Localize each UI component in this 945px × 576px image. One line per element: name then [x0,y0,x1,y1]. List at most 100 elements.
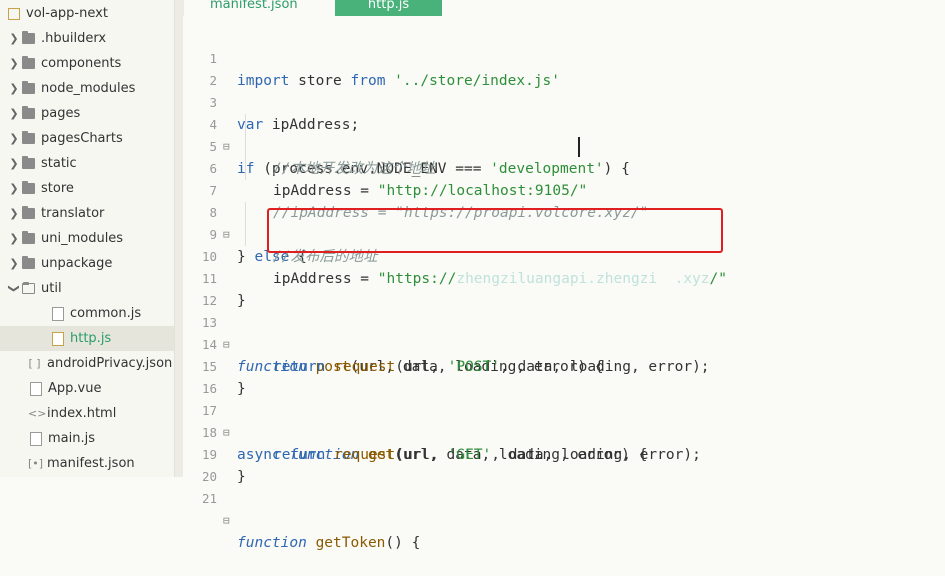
code-line: 12 [183,268,945,308]
code-line: 8 ⊟ } else { [183,180,945,265]
chevron-right-icon: ❯ [9,207,19,220]
chevron-right-icon: ❯ [9,57,19,70]
tree-folder-pagescharts[interactable]: ❯ pagesCharts [0,126,174,151]
code-line: 15 } [183,334,945,397]
tree-file-http-js[interactable]: http.js [0,326,174,351]
js-file-icon [52,306,64,321]
chevron-right-icon: ❯ [9,107,19,120]
tree-folder-util[interactable]: ❯ util [0,276,174,301]
fold-icon[interactable]: ⊟ [223,510,230,532]
tree-label: static [41,156,77,171]
code-token: getToken [306,535,386,551]
code-line: 19 } [183,422,945,485]
code-line: 7 //ipAddress = "https://proapi.volcore.… [183,158,945,221]
tree-label: App.vue [48,381,102,396]
tree-label: util [41,281,62,296]
tree-label: node_modules [41,81,136,96]
code-line: 21 ⊟ function getToken() { [183,466,945,551]
folder-icon [22,206,35,219]
folder-icon [22,231,35,244]
folder-icon [22,256,35,269]
chevron-right-icon: ❯ [9,82,19,95]
folder-icon [22,131,35,144]
tree-folder-static[interactable]: ❯ static [0,151,174,176]
tab-http-js[interactable]: http.js [335,0,442,16]
project-label: vol-app-next [26,6,108,21]
file-explorer: vol-app-next ❯ .hbuilderx ❯ components ❯… [0,0,174,477]
json-file-icon: [ ] [28,357,41,370]
code-line: 10 ipAddress = "https://zhengziluangapi.… [183,224,945,287]
chevron-right-icon: ❯ [9,132,19,145]
tree-label: http.js [70,331,112,346]
code-line: 14 return request(url, 'POST', data, loa… [183,312,945,375]
code-line: 16 [183,356,945,396]
code-line: 5 //本地开发改为这个地址 [183,114,945,177]
chevron-right-icon: ❯ [9,257,19,270]
tree-label: common.js [70,306,142,321]
tree-label: translator [41,206,105,221]
tree-label: unpackage [41,256,113,271]
folder-icon [22,56,35,69]
editor-tab-bar: manifest.json http.js [183,0,945,16]
tree-label: index.html [47,406,117,421]
code-line: 20 [183,444,945,484]
tree-file-androidprivacy-json[interactable]: [ ] androidPrivacy.json [0,351,174,376]
tree-folder-store[interactable]: ❯ store [0,176,174,201]
code-line: 11 } [183,246,945,309]
chevron-right-icon: ❯ [9,182,19,195]
tree-label: uni_modules [41,231,124,246]
tree-label: androidPrivacy.json [47,356,173,371]
tree-folder-translator[interactable]: ❯ translator [0,201,174,226]
tree-label: .hbuilderx [41,31,107,46]
folder-icon [22,181,35,194]
code-line: 3 var ipAddress; [183,70,945,133]
text-cursor [578,137,580,157]
tree-folder-uni-modules[interactable]: ❯ uni_modules [0,226,174,251]
tree-label: store [41,181,74,196]
line-number: 21 [201,491,217,506]
folder-icon [22,156,35,169]
chevron-right-icon: ❯ [9,232,19,245]
chevron-right-icon: ❯ [9,157,19,170]
code-line: 13 ⊟ function post(url, data, loading, e… [183,290,945,375]
manifest-file-icon: [•] [28,457,44,470]
tree-file-manifest-json[interactable]: [•] manifest.json [0,451,174,476]
folder-icon [22,31,35,44]
tree-folder-hbuilderx[interactable]: ❯ .hbuilderx [0,26,174,51]
tree-label: main.js [48,431,95,446]
tree-label: manifest.json [47,456,135,471]
code-line: 17 ⊟ async function get(url, data, loadi… [183,378,945,463]
code-line: 2 [183,48,945,88]
folder-icon [22,81,35,94]
code-line: 9 //发布后的地址 [183,202,945,265]
html-file-icon: <> [28,407,47,420]
tree-folder-unpackage[interactable]: ❯ unpackage [0,251,174,276]
tab-manifest-json[interactable]: manifest.json [210,0,310,16]
code-line: 18 return request(url, 'GET', data, load… [183,400,945,463]
project-root[interactable]: vol-app-next [0,1,174,26]
tree-label: components [41,56,122,71]
tree-folder-components[interactable]: ❯ components [0,51,174,76]
js-file-icon [30,431,42,446]
vue-file-icon [30,381,42,396]
tree-label: pages [41,106,81,121]
code-token: function [237,535,307,551]
folder-icon [22,106,35,119]
tree-folder-node-modules[interactable]: ❯ node_modules [0,76,174,101]
tree-file-app-vue[interactable]: App.vue [0,376,174,401]
chevron-right-icon: ❯ [9,32,19,45]
tree-label: pagesCharts [41,131,123,146]
code-line: 6 ipAddress = "http://localhost:9105/" [183,136,945,199]
tree-file-common-js[interactable]: common.js [0,301,174,326]
tree-file-index-html[interactable]: <> index.html [0,401,174,426]
tree-file-main-js[interactable]: main.js [0,426,174,451]
chevron-down-icon: ❯ [7,283,21,294]
code-line: 4 ⊟ if (process.env.NODE_ENV === 'develo… [183,92,945,177]
code-line: 1 import store from '../store/index.js' [183,26,945,89]
tree-folder-pages[interactable]: ❯ pages [0,101,174,126]
project-icon [8,7,20,20]
code-token: () { [385,535,421,551]
code-editor[interactable]: 1 import store from '../store/index.js' … [183,16,945,551]
js-file-icon [52,331,64,346]
folder-open-icon [22,282,35,294]
